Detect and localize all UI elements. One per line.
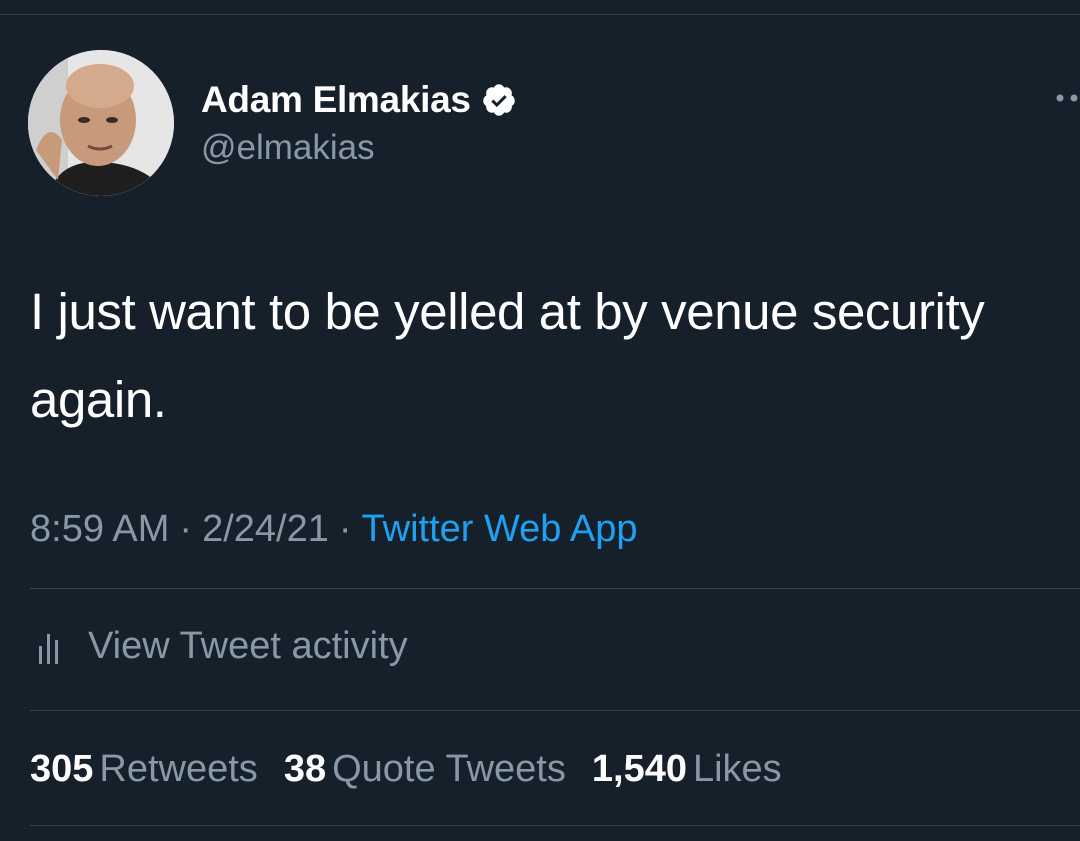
- tweet-text: I just want to be yelled at by venue sec…: [30, 283, 985, 428]
- top-divider: [0, 14, 1080, 15]
- retweets-count: 305: [30, 748, 94, 790]
- likes-stat[interactable]: 1,540 Likes: [592, 745, 782, 793]
- author-name-row: Adam Elmakias: [201, 78, 517, 122]
- author-display-name[interactable]: Adam Elmakias: [201, 79, 471, 121]
- more-options-icon[interactable]: [1050, 88, 1080, 108]
- quote-tweets-stat[interactable]: 38 Quote Tweets: [284, 745, 566, 793]
- likes-label: Likes: [692, 748, 782, 790]
- avatar-image: [28, 50, 174, 196]
- view-tweet-activity-button[interactable]: View Tweet activity: [38, 622, 408, 670]
- tweet-time[interactable]: 8:59 AM: [30, 508, 169, 550]
- verified-badge-icon: [481, 82, 517, 118]
- tweet-date[interactable]: 2/24/21: [202, 508, 329, 550]
- meta-separator: ·: [338, 508, 352, 550]
- tweet-stats: 305 Retweets 38 Quote Tweets 1,540 Likes: [30, 745, 808, 793]
- retweets-stat[interactable]: 305 Retweets: [30, 745, 258, 793]
- divider: [30, 588, 1080, 589]
- tweet-meta: 8:59 AM · 2/24/21 · Twitter Web App: [30, 505, 638, 553]
- avatar[interactable]: [28, 50, 174, 196]
- meta-separator: ·: [179, 508, 193, 550]
- analytics-bars-icon: [38, 626, 66, 666]
- retweets-label: Retweets: [99, 748, 258, 790]
- quote-tweets-label: Quote Tweets: [332, 748, 566, 790]
- quote-tweets-count: 38: [283, 748, 327, 790]
- likes-count: 1,540: [591, 748, 687, 790]
- divider: [30, 825, 1080, 826]
- tweet-source-link[interactable]: Twitter Web App: [362, 508, 638, 550]
- divider: [30, 710, 1080, 711]
- view-tweet-activity-label: View Tweet activity: [88, 624, 408, 667]
- author-handle[interactable]: @elmakias: [201, 128, 375, 168]
